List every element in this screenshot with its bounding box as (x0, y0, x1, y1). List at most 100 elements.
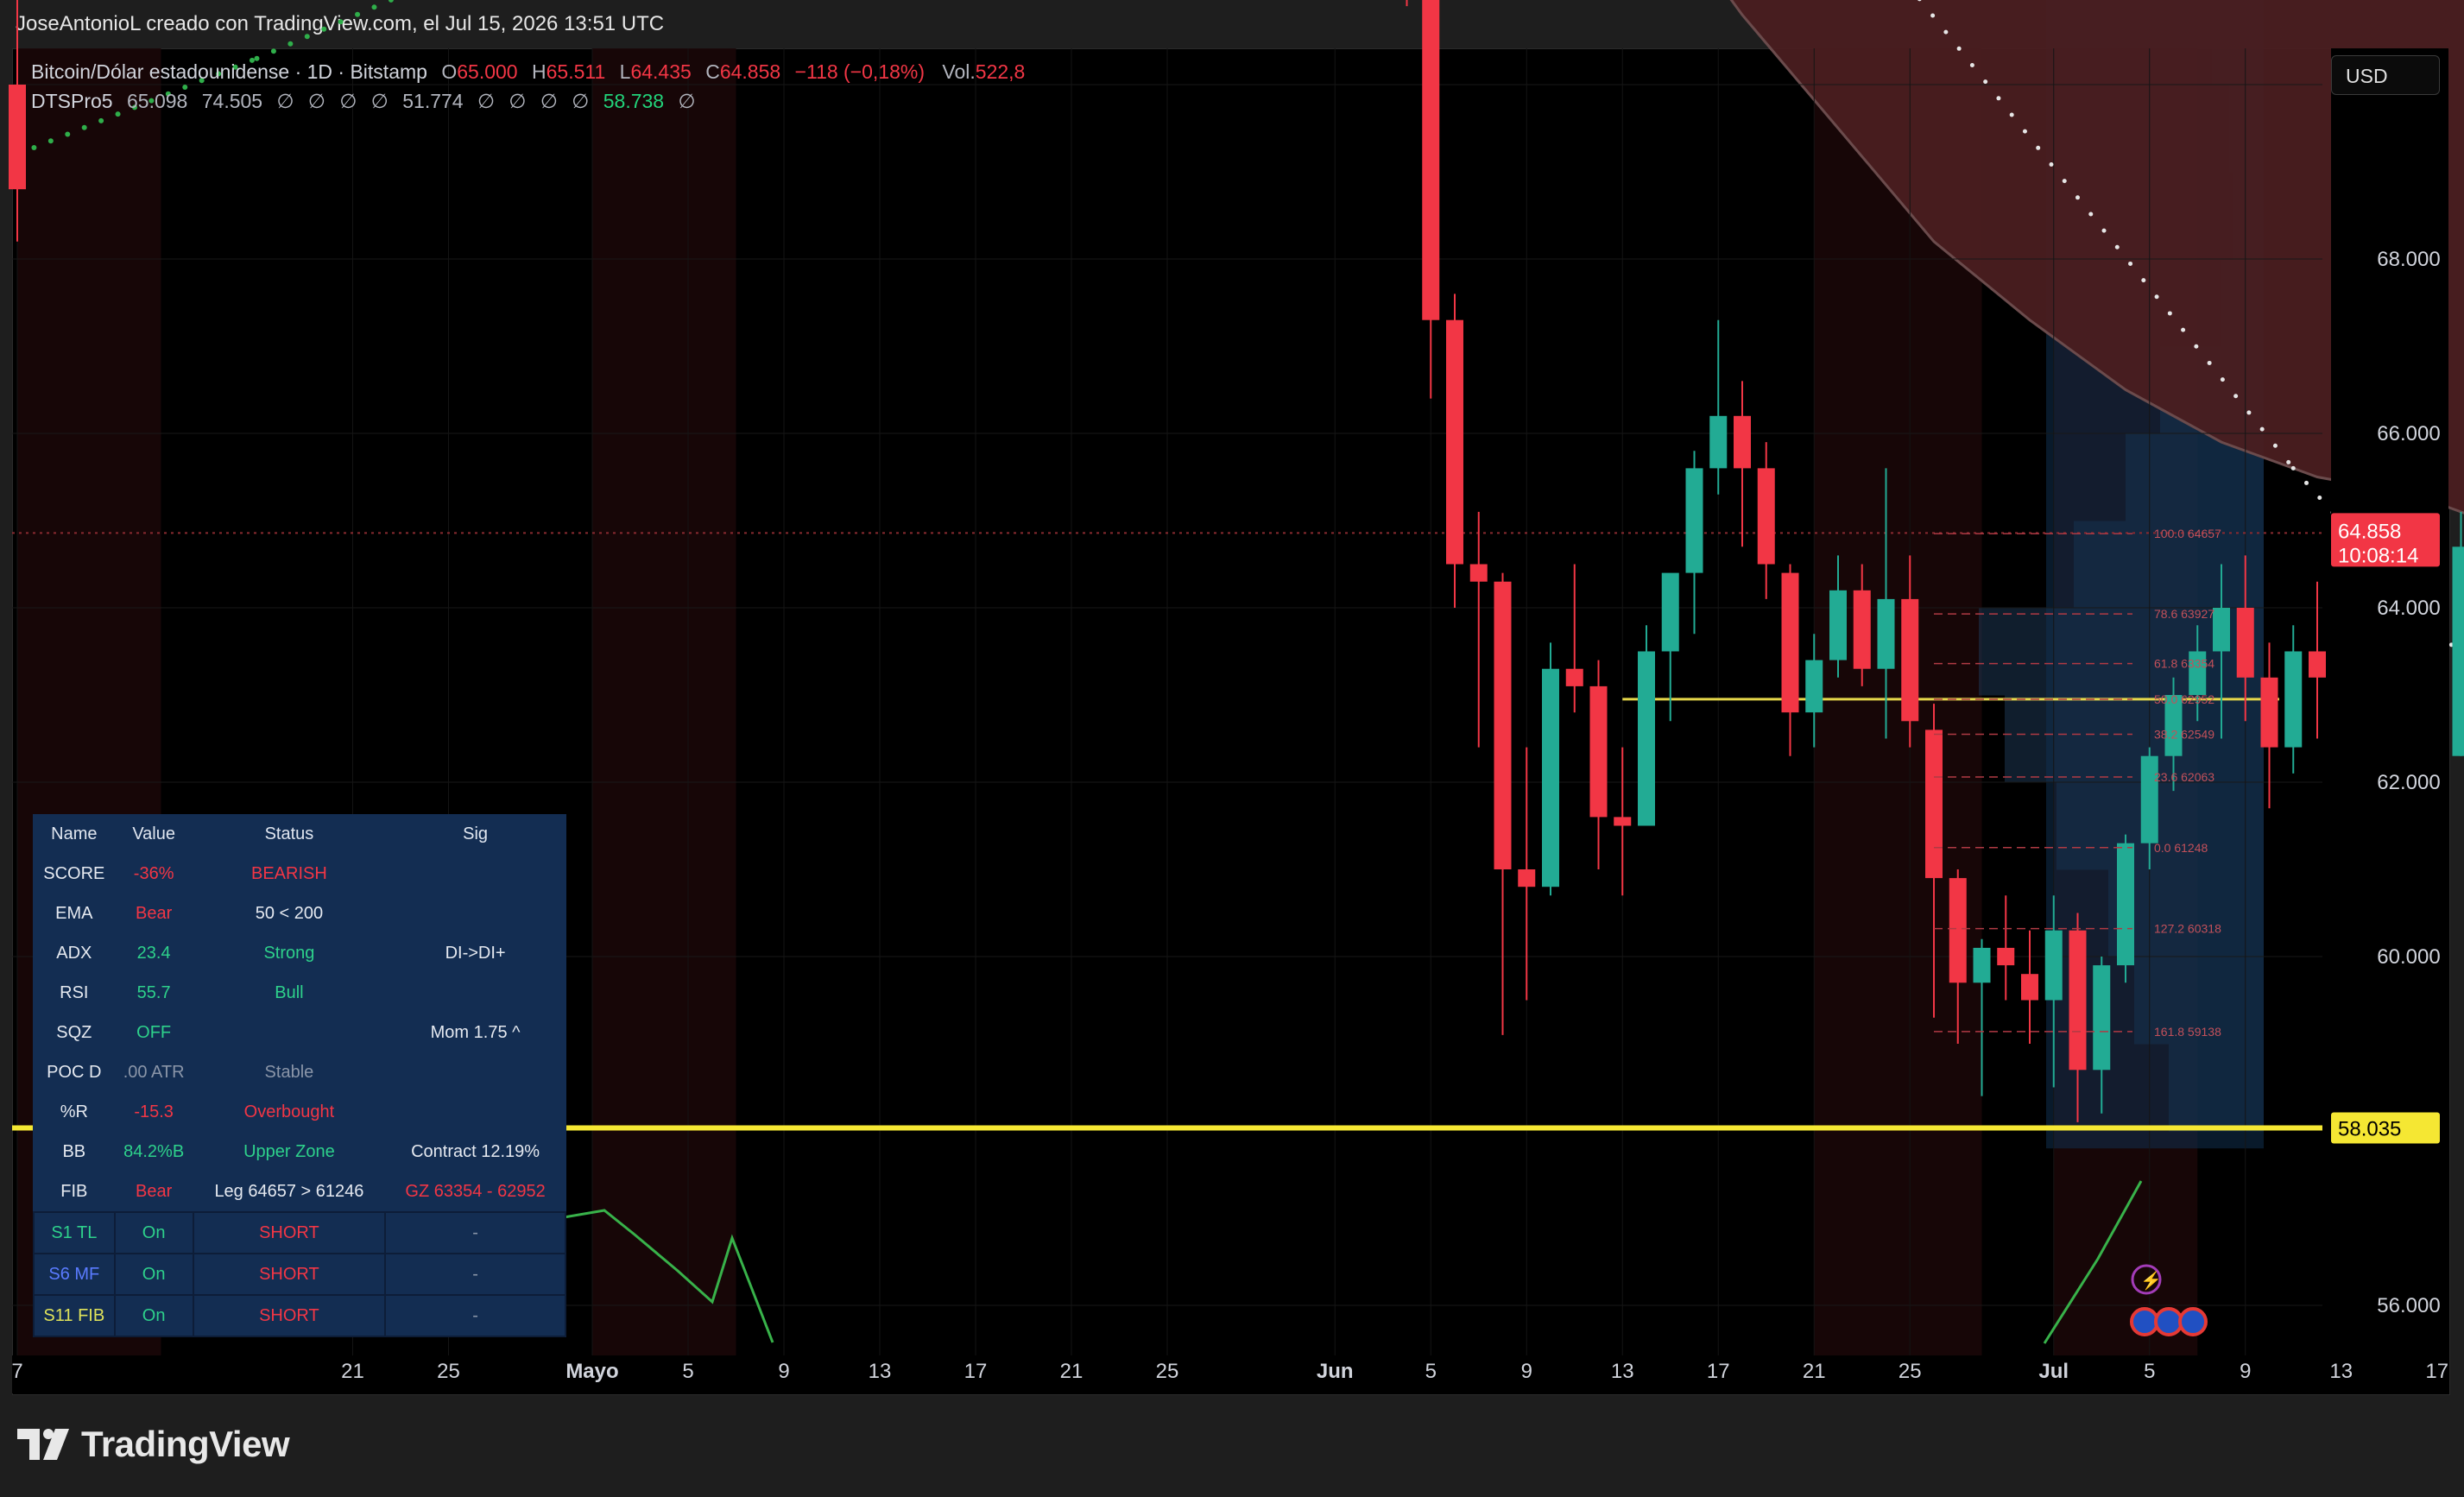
tradingview-logo-icon (17, 1429, 69, 1460)
candle-body (2452, 546, 2464, 756)
price-axis-bg (2331, 48, 2448, 1355)
candle-body (1829, 590, 1847, 660)
row-value: Bear (136, 1181, 173, 1201)
trendline-dot (2272, 443, 2278, 448)
row-status: Leg 64657 > 61246 (214, 1181, 364, 1201)
close-value: 64.858 (719, 60, 781, 83)
low-value: 64.435 (630, 60, 692, 83)
trendline-dot (2101, 228, 2107, 233)
table-row: RSI 55.7 Bull (34, 973, 565, 1013)
close-label: C (705, 60, 720, 83)
trendline-dot (2141, 278, 2146, 283)
candle-body (2093, 965, 2111, 1071)
trendline-dot (2290, 465, 2296, 471)
row-name: FIB (60, 1181, 88, 1201)
row-value: OFF (136, 1022, 172, 1042)
fib-label: 78.6 63927 (2154, 607, 2214, 621)
candle-body (1949, 878, 1967, 983)
trendline-dot (2154, 294, 2159, 300)
time-tick-label: 21 (341, 1360, 364, 1383)
price-tick-label: 56.000 (2377, 1294, 2440, 1317)
row-value: -15.3 (134, 1102, 174, 1121)
row-name: POC D (47, 1062, 102, 1082)
symbol-name[interactable]: Bitcoin/Dólar estadounidense · 1D · Bits… (31, 60, 427, 83)
candle-body (1542, 668, 1559, 887)
indicator-na-5: ∅ (477, 90, 496, 112)
table-row: ADX 23.4 Strong DI->DI+ (34, 933, 565, 973)
price-tick-label: 60.000 (2377, 945, 2440, 969)
row-sig: - (384, 1253, 566, 1296)
candle-body (1757, 468, 1775, 565)
header-value: Value (132, 824, 175, 843)
time-tick-label: 17 (2425, 1360, 2448, 1383)
indicator-na-7: ∅ (540, 90, 558, 112)
row-status: BEARISH (251, 863, 327, 883)
candle-body (2140, 755, 2158, 843)
lightning-icon: ⚡ (2140, 1270, 2162, 1291)
trendline-dot (2128, 261, 2133, 266)
trendline-dot (1956, 46, 1962, 51)
change-value: −118 (−0,18%) (794, 60, 926, 83)
countdown-label: 10:08:14 (2338, 544, 2418, 567)
fib-label: 161.8 59138 (2154, 1025, 2221, 1039)
candle-body (2309, 651, 2326, 678)
row-value: .00 ATR (123, 1062, 185, 1082)
time-tick-label: 5 (2144, 1360, 2155, 1383)
time-tick-label: 25 (1899, 1360, 1922, 1383)
row-status: SHORT (192, 1294, 387, 1337)
status-table-header: Name Value Status Sig (34, 814, 565, 854)
candle-body (1997, 947, 2015, 966)
candle-body (2021, 974, 2038, 1001)
supertrend-dot (31, 145, 37, 151)
time-tick-label: 21 (1060, 1360, 1084, 1383)
supertrend-dot (270, 48, 276, 54)
row-sig (385, 1092, 565, 1132)
indicator-name[interactable]: DTSPro5 (31, 90, 113, 112)
supertrend-dot (304, 34, 310, 40)
table-row: EMA Bear 50 < 200 (34, 894, 565, 933)
supertrend-dot (371, 4, 377, 10)
row-sig: Mom 1.75 ^ (430, 1022, 521, 1042)
price-tick-label: 66.000 (2377, 422, 2440, 445)
row-sig: DI->DI+ (445, 943, 506, 963)
currency-button[interactable]: USD (2331, 55, 2440, 95)
row-value: -36% (133, 863, 174, 883)
supertrend-dot (65, 131, 71, 137)
trendline-dot (2194, 344, 2199, 349)
trendline-dot (2286, 459, 2291, 464)
candle-body (2117, 843, 2134, 966)
indicator-na-3: ∅ (339, 90, 357, 112)
candle-body (1709, 415, 1728, 469)
row-sig: - (384, 1294, 566, 1337)
row-sig: Contract 12.19% (411, 1141, 540, 1161)
row-name: S11 FIB (33, 1294, 116, 1337)
candle-body (1734, 415, 1751, 469)
table-row: POC D .00 ATR Stable (34, 1052, 565, 1092)
candle-body (1973, 947, 1991, 983)
event-flag-icon (2154, 1307, 2183, 1336)
fib-label: 23.6 62063 (2154, 770, 2214, 784)
time-tick-label: 9 (2240, 1360, 2251, 1383)
candle-body (1685, 468, 1703, 573)
trendline-dot (2036, 145, 2041, 150)
trendline-dot (2246, 410, 2252, 415)
indicator-na-6: ∅ (509, 90, 527, 112)
candle-body (2044, 930, 2063, 1001)
header-name: Name (51, 824, 98, 843)
supertrend-dot (287, 41, 294, 47)
row-status: Strong (263, 943, 315, 963)
fib-label: 100.0 64657 (2154, 527, 2221, 540)
candle-body (1565, 668, 1583, 686)
row-value: On (113, 1211, 194, 1254)
indicator-na-8: ∅ (572, 90, 590, 112)
table-row: BB 84.2%B Upper Zone Contract 12.19% (34, 1132, 565, 1172)
time-tick-label: 9 (1521, 1360, 1532, 1383)
candle-body (2236, 608, 2254, 678)
row-name: RSI (60, 982, 89, 1002)
tradingview-logo[interactable]: TradingView (17, 1423, 290, 1466)
trendline-dot (2022, 129, 2027, 134)
supertrend-dot (47, 138, 54, 144)
ohlc-legend: Bitcoin/Dólar estadounidense · 1D · Bits… (31, 60, 1025, 84)
time-tick-label: 13 (2329, 1360, 2353, 1383)
row-sig (385, 894, 565, 933)
